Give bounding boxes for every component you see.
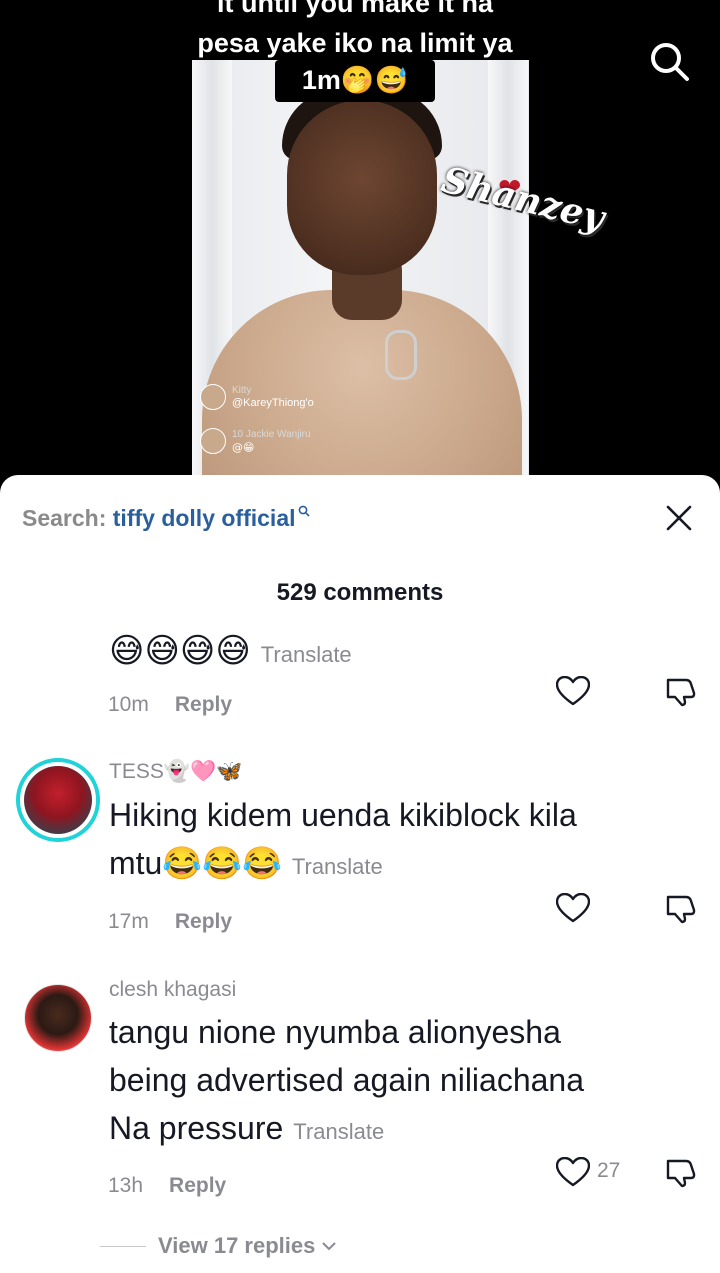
dislike-icon[interactable] — [664, 1156, 696, 1188]
comments-sheet: Search: tiffy dolly official 529 comment… — [0, 475, 720, 1273]
caption-line-3: 1m🤭😅 — [301, 65, 409, 95]
comment-body: 😅😅😅😅 — [109, 631, 251, 671]
live-comment: Kitty @KareyThiong'o — [200, 384, 314, 410]
video-caption: it until you make it na pesa yake iko na… — [176, 0, 534, 102]
comment-line: being advertised again niliachana — [109, 1062, 585, 1098]
comment-line: mtu😂😂😂 — [109, 845, 282, 881]
comment-text: 😅😅😅😅 Translate — [109, 627, 352, 679]
comment-username[interactable]: TESS👻🩷🦋 — [109, 760, 242, 784]
like-count: 27 — [597, 1159, 621, 1182]
search-icon[interactable] — [648, 40, 690, 82]
reply-button[interactable]: Reply — [175, 693, 232, 716]
comment-line: Na pressure — [109, 1110, 284, 1146]
comment-time: 17m — [108, 910, 149, 933]
comment-time: 13h — [108, 1174, 144, 1197]
avatar — [200, 384, 226, 410]
heart-icon[interactable] — [556, 1157, 590, 1187]
comment-text: tangu nione nyumba alionyesha being adve… — [109, 1008, 584, 1156]
avatar[interactable] — [16, 758, 100, 842]
video-player[interactable]: it until you make it na pesa yake iko na… — [0, 0, 720, 490]
dislike-icon[interactable] — [664, 892, 696, 924]
zipper-ring — [385, 330, 417, 380]
view-replies-button[interactable]: View 17 replies — [100, 1233, 337, 1259]
search-icon — [298, 505, 310, 517]
caption-line-1: it until you make it na — [216, 0, 494, 18]
live-comment-text: @😁 — [232, 441, 255, 454]
video-frame — [192, 60, 529, 490]
search-suggestion[interactable]: Search: tiffy dolly official — [22, 505, 310, 532]
heart-icon[interactable] — [556, 676, 590, 706]
translate-link[interactable]: Translate — [261, 642, 352, 667]
translate-link[interactable]: Translate — [292, 854, 383, 879]
close-icon[interactable] — [666, 505, 692, 531]
live-comment-name: Jackie Wanjiru — [245, 429, 311, 440]
avatar — [200, 428, 226, 454]
comment-line: Hiking kidem uenda kikiblock kila — [109, 797, 577, 833]
comment-username[interactable]: clesh khagasi — [109, 978, 236, 1002]
chevron-down-icon — [322, 1242, 337, 1251]
comment-meta: 10m Reply — [108, 693, 232, 717]
avatar[interactable] — [24, 984, 92, 1052]
caption-line-2: pesa yake iko na limit ya — [197, 28, 513, 58]
comment-count: 529 comments — [276, 579, 444, 606]
heart-icon[interactable] — [556, 893, 590, 923]
comment-text: Hiking kidem uenda kikiblock kila mtu😂😂😂… — [109, 791, 577, 891]
search-query-link[interactable]: tiffy dolly official — [113, 505, 296, 531]
translate-link[interactable]: Translate — [293, 1119, 384, 1144]
level-badge: 10 — [232, 429, 244, 440]
comment-meta: 13h Reply — [108, 1174, 226, 1198]
view-replies-label: View 17 replies — [158, 1233, 316, 1258]
live-comment-name: Kitty — [232, 385, 252, 396]
comment-meta: 17m Reply — [108, 910, 232, 934]
live-comment-text: @KareyThiong'o — [232, 397, 314, 409]
comment-line: tangu nione nyumba alionyesha — [109, 1014, 561, 1050]
reply-button[interactable]: Reply — [169, 1174, 226, 1197]
person-face — [287, 100, 437, 275]
comment-time: 10m — [108, 693, 149, 716]
search-label: Search: — [22, 505, 107, 531]
dislike-icon[interactable] — [664, 675, 696, 707]
divider — [100, 1245, 146, 1247]
live-comment: 10 Jackie Wanjiru @😁 — [200, 428, 311, 454]
reply-button[interactable]: Reply — [175, 910, 232, 933]
